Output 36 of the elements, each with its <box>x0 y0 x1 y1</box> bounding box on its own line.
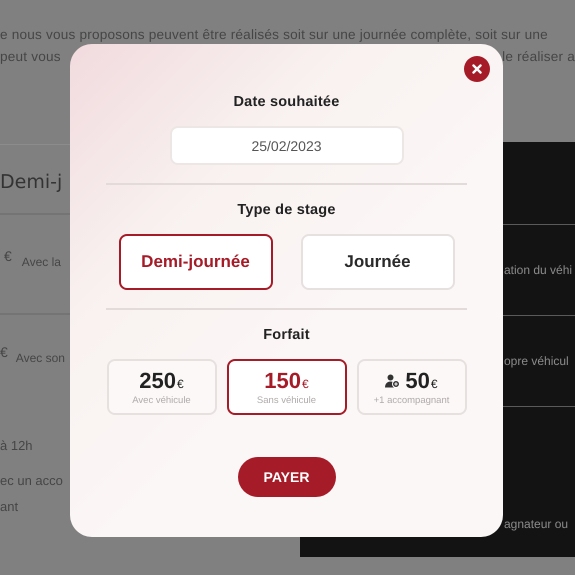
price-caption: Sans véhicule <box>256 394 316 406</box>
paragraph-text: peut vous <box>0 48 61 66</box>
currency-symbol: € <box>177 376 184 390</box>
paragraph-text: e nous vous proposons peuvent être réalisés soit sur une journée complète, soit sur une <box>0 26 548 44</box>
section-title: Date souhaitée <box>234 94 340 110</box>
price-caption: +1 accompagnant <box>374 394 450 406</box>
card-title: Demi-j <box>0 171 62 193</box>
currency-symbol: € <box>0 344 8 360</box>
price-option[interactable]: 150€ Sans véhicule <box>226 359 346 415</box>
price-value: 150 <box>264 368 302 392</box>
pay-button[interactable]: PAYER <box>238 457 336 497</box>
currency-symbol: € <box>4 248 12 264</box>
offer-text: opre véhicul <box>504 354 569 368</box>
person-plus-icon <box>385 374 400 388</box>
detail-text: ant <box>0 498 18 516</box>
close-button[interactable] <box>464 56 490 82</box>
currency-symbol: € <box>302 376 309 390</box>
offer-text: ation du véhi <box>504 263 572 277</box>
currency-symbol: € <box>430 376 438 390</box>
price-value: 250 <box>139 368 176 392</box>
price-value: 50 <box>405 368 430 392</box>
offer-text: Avec la <box>22 255 61 269</box>
price-option[interactable]: 50€ +1 accompagnant <box>356 359 466 415</box>
detail-text: à 12h <box>0 437 33 455</box>
detail-text: ec un acco <box>0 472 63 490</box>
close-icon <box>472 64 482 74</box>
offer-text: Avec son <box>16 351 65 365</box>
option-button[interactable]: Demi-journée <box>118 234 272 290</box>
section-title: Type de stage <box>237 202 336 218</box>
price-caption: Avec véhicule <box>132 394 191 406</box>
offer-text: agnateur ou <box>504 517 568 531</box>
price-option[interactable]: 250€ Avec véhicule <box>106 359 216 415</box>
paragraph-text: le réaliser a <box>502 48 575 66</box>
option-button[interactable]: Journée <box>300 234 454 290</box>
section-title: Forfait <box>263 327 310 343</box>
date-field[interactable]: 25/02/2023 <box>170 126 404 165</box>
